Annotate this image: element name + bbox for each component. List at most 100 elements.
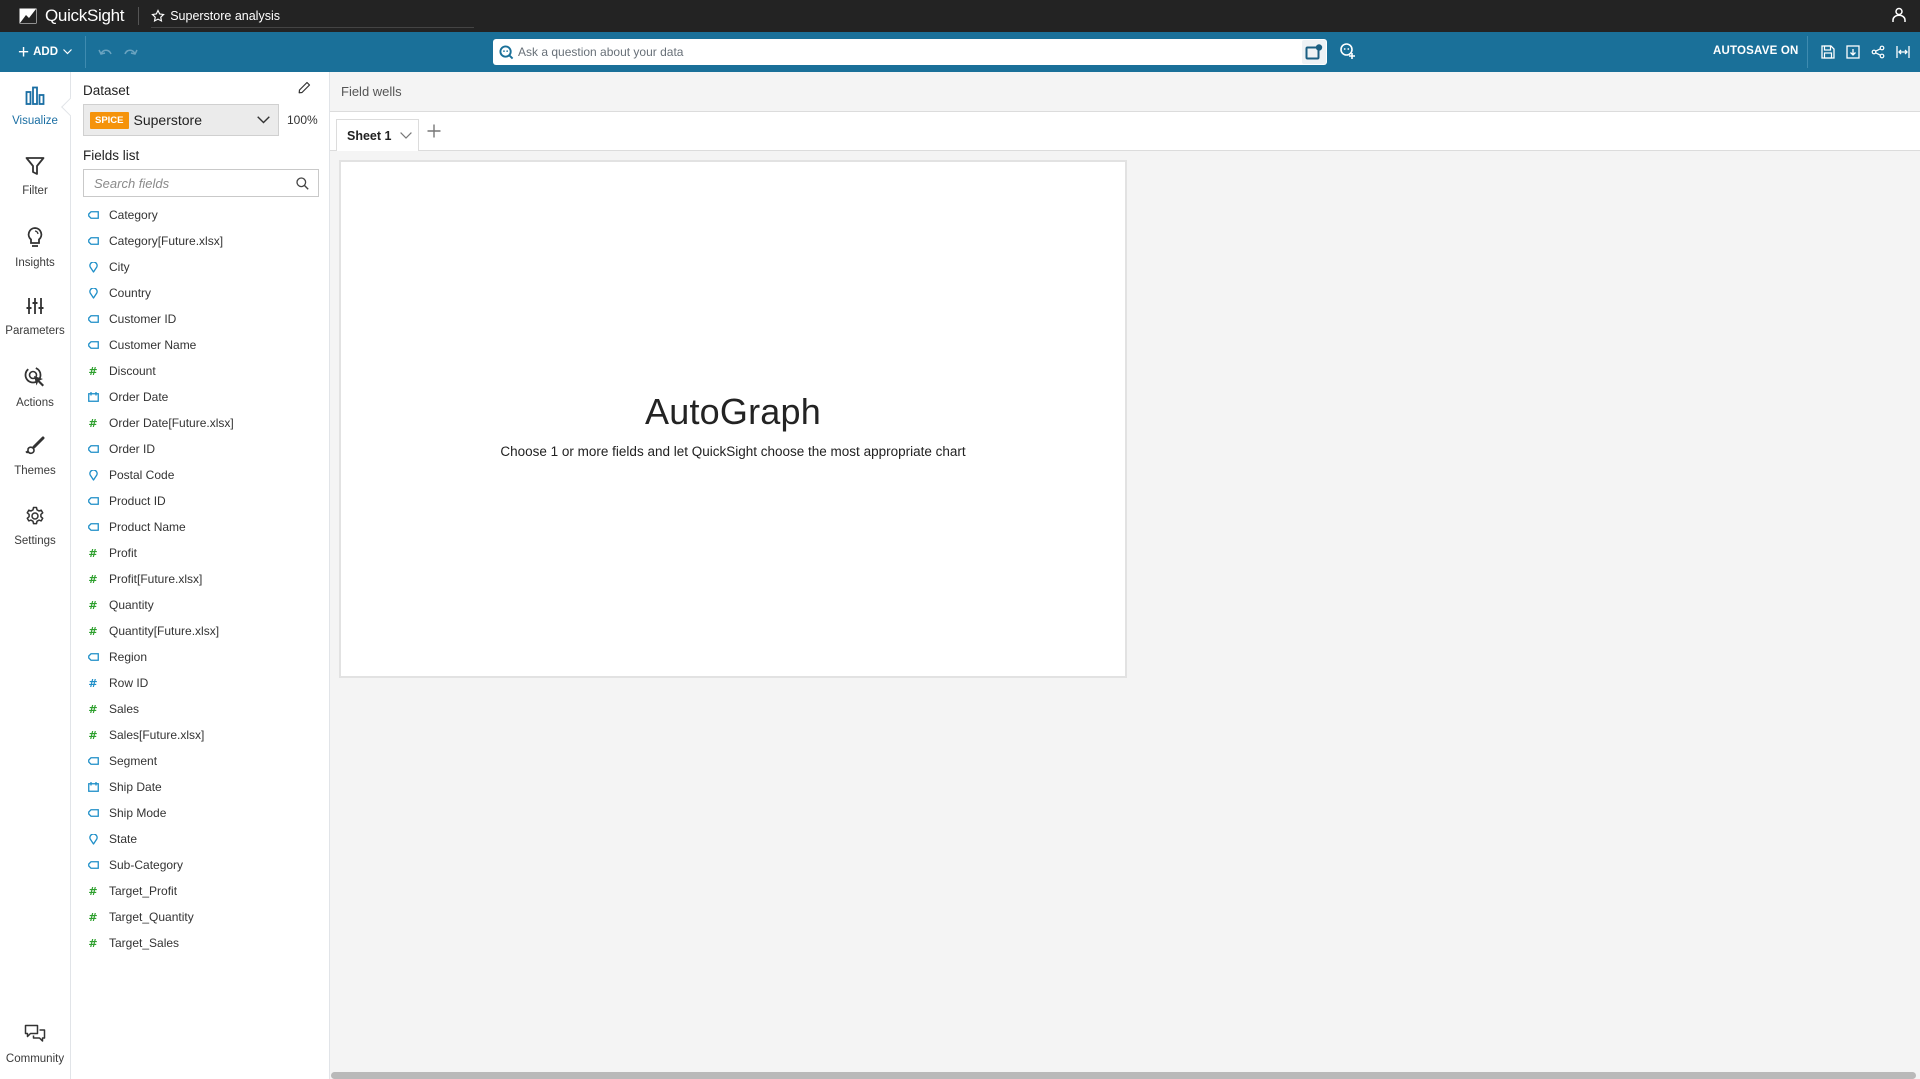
field-name: City xyxy=(109,260,130,274)
field-item[interactable]: # Target_Sales xyxy=(85,930,325,956)
quicksight-logo[interactable]: QuickSight xyxy=(19,6,125,26)
save-icon[interactable] xyxy=(1820,44,1836,60)
measure-hash-icon: # xyxy=(88,416,98,430)
field-item[interactable]: # Order Date[Future.xlsx] xyxy=(85,410,325,436)
field-item[interactable]: Order Date xyxy=(85,384,325,410)
undo-icon[interactable] xyxy=(98,44,113,61)
gear-icon xyxy=(26,506,44,525)
nav-label: Community xyxy=(5,1053,65,1065)
nav-parameters[interactable]: Parameters xyxy=(0,296,70,337)
field-item[interactable]: Customer Name xyxy=(85,332,325,358)
edit-dataset-icon[interactable] xyxy=(298,81,311,99)
field-item[interactable]: # Target_Quantity xyxy=(85,904,325,930)
field-item[interactable]: Ship Date xyxy=(85,774,325,800)
nav-label: Actions xyxy=(16,397,54,409)
field-name: Product ID xyxy=(109,494,166,508)
measure-hash-icon: # xyxy=(88,572,98,586)
measure-hash-icon: # xyxy=(88,598,98,612)
field-wells[interactable]: Field wells xyxy=(330,72,1920,112)
dataset-selector[interactable]: SPICE Superstore xyxy=(83,104,279,136)
scrollbar-thumb[interactable] xyxy=(331,1072,1916,1079)
field-item[interactable]: # Profit[Future.xlsx] xyxy=(85,566,325,592)
tab-sheet-1[interactable]: Sheet 1 xyxy=(336,119,419,151)
field-name: Ship Date xyxy=(109,780,162,794)
dimension-icon xyxy=(87,237,99,245)
horizontal-scrollbar[interactable] xyxy=(331,1071,1920,1079)
user-icon[interactable] xyxy=(1892,7,1906,28)
question-input[interactable] xyxy=(518,45,1302,59)
numeric-dimension-hash-icon: # xyxy=(88,676,98,690)
field-item[interactable]: City xyxy=(85,254,325,280)
field-item[interactable]: Segment xyxy=(85,748,325,774)
chevron-down-icon[interactable] xyxy=(400,132,413,139)
nav-label: Filter xyxy=(22,185,48,197)
search-icon[interactable] xyxy=(296,176,309,190)
field-item[interactable]: Customer ID xyxy=(85,306,325,332)
field-name: Customer ID xyxy=(109,312,177,326)
nav-settings[interactable]: Settings xyxy=(0,506,70,547)
measure-hash-icon: # xyxy=(88,884,98,898)
export-icon[interactable] xyxy=(1845,44,1861,60)
autograph-visual[interactable]: AutoGraph Choose 1 or more fields and le… xyxy=(339,160,1127,678)
field-item[interactable]: # Row ID xyxy=(85,670,325,696)
star-icon[interactable] xyxy=(151,8,166,23)
cursor-click-icon xyxy=(24,366,44,387)
nav-themes[interactable]: Themes xyxy=(0,436,70,477)
field-item[interactable]: Sub-Category xyxy=(85,852,325,878)
nav-actions[interactable]: Actions xyxy=(0,366,70,409)
add-q-topic-icon[interactable] xyxy=(1339,42,1357,65)
field-item[interactable]: Category xyxy=(85,202,325,228)
field-item[interactable]: Product Name xyxy=(85,514,325,540)
field-name: State xyxy=(109,832,138,846)
nav-insights[interactable]: Insights xyxy=(0,226,70,269)
dimension-icon xyxy=(87,861,99,869)
field-name: Country xyxy=(109,286,152,300)
dataset-name: Superstore xyxy=(133,112,202,128)
field-item[interactable]: Country xyxy=(85,280,325,306)
geo-pin-icon xyxy=(87,261,99,273)
measure-hash-icon: # xyxy=(88,624,98,638)
field-name: Order Date[Future.xlsx] xyxy=(109,416,234,430)
redo-icon[interactable] xyxy=(123,44,138,61)
nav-community[interactable]: Community xyxy=(0,1024,70,1065)
field-item[interactable]: # Quantity[Future.xlsx] xyxy=(85,618,325,644)
add-sheet-icon[interactable] xyxy=(427,124,441,143)
nav-label: Settings xyxy=(14,535,56,547)
field-item[interactable]: # Target_Profit xyxy=(85,878,325,904)
field-item[interactable]: # Profit xyxy=(85,540,325,566)
fields-panel: Dataset SPICE Superstore 100% Fields lis… xyxy=(71,72,330,1079)
field-item[interactable]: Product ID xyxy=(85,488,325,514)
share-icon[interactable] xyxy=(1870,44,1886,60)
nav-visualize[interactable]: Visualize xyxy=(0,86,70,127)
field-item[interactable]: Ship Mode xyxy=(85,800,325,826)
topics-button[interactable] xyxy=(1302,40,1326,64)
quicksight-logo-icon xyxy=(19,8,37,24)
q-search-bar[interactable] xyxy=(493,39,1327,65)
toolbar-divider xyxy=(1807,36,1808,68)
field-item[interactable]: # Sales[Future.xlsx] xyxy=(85,722,325,748)
toolbar-divider xyxy=(85,36,87,68)
field-item[interactable]: # Quantity xyxy=(85,592,325,618)
measure-hash-icon: # xyxy=(88,728,98,742)
analysis-title-text[interactable]: Superstore analysis xyxy=(170,9,280,23)
measure-hash-icon: # xyxy=(88,910,98,924)
add-button[interactable]: + ADD xyxy=(18,43,72,62)
search-fields-input[interactable] xyxy=(94,175,296,191)
field-item[interactable]: Order ID xyxy=(85,436,325,462)
field-name: Sales[Future.xlsx] xyxy=(109,728,205,742)
field-item[interactable]: Region xyxy=(85,644,325,670)
field-item[interactable]: State xyxy=(85,826,325,852)
analysis-title[interactable]: Superstore analysis xyxy=(151,4,475,28)
field-name: Segment xyxy=(109,754,158,768)
lightbulb-icon xyxy=(27,227,43,247)
field-item[interactable]: Postal Code xyxy=(85,462,325,488)
nav-filter[interactable]: Filter xyxy=(0,156,70,197)
field-item[interactable]: Category[Future.xlsx] xyxy=(85,228,325,254)
add-label: ADD xyxy=(33,46,59,58)
field-item[interactable]: # Sales xyxy=(85,696,325,722)
field-item[interactable]: # Discount xyxy=(85,358,325,384)
geo-pin-icon xyxy=(87,287,99,299)
geo-pin-icon xyxy=(87,833,99,845)
fit-width-icon[interactable] xyxy=(1895,44,1911,60)
autosave-status[interactable]: AUTOSAVE ON xyxy=(1713,45,1798,57)
